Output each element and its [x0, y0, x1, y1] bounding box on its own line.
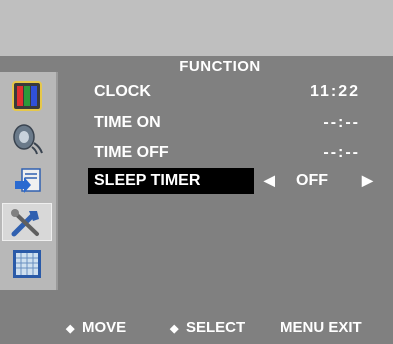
- menu-row-clock[interactable]: CLOCK 11:22: [88, 79, 378, 105]
- sound-icon[interactable]: [6, 120, 48, 156]
- left-arrow-icon[interactable]: ◀: [264, 172, 275, 189]
- move-hint: MOVE: [82, 319, 127, 336]
- setup-icon[interactable]: [6, 162, 48, 198]
- menu-title: FUNCTION: [179, 58, 261, 75]
- footer-hints: ◆ MOVE ◆ SELECT MENU EXIT: [58, 319, 388, 343]
- sidebar: [0, 72, 58, 290]
- select-diamond-icon: ◆: [170, 323, 179, 335]
- time-on-value: --:--: [323, 114, 360, 131]
- picture-icon[interactable]: [6, 78, 48, 114]
- time-off-value: --:--: [323, 144, 360, 161]
- menu-row-label: SLEEP TIMER: [94, 172, 201, 189]
- clock-value: 11:22: [309, 83, 360, 100]
- menu-row-label: CLOCK: [94, 83, 151, 100]
- function-icon[interactable]: [2, 203, 52, 241]
- menu-row-sleep-timer[interactable]: SLEEP TIMER ◀ OFF ▶: [88, 168, 378, 194]
- menu-exit-hint: MENU EXIT: [280, 319, 362, 336]
- select-hint: SELECT: [186, 319, 246, 336]
- menu-row-label: TIME ON: [94, 114, 161, 131]
- menu-row-label: TIME OFF: [94, 144, 169, 161]
- right-arrow-icon[interactable]: ▶: [362, 172, 373, 189]
- top-band: [0, 0, 393, 56]
- sleep-timer-value: OFF: [296, 172, 328, 189]
- tv-icon[interactable]: [6, 246, 48, 282]
- move-diamond-icon: ◆: [66, 323, 75, 335]
- menu-row-time-on[interactable]: TIME ON --:--: [88, 110, 378, 136]
- menu-row-time-off[interactable]: TIME OFF --:--: [88, 140, 378, 166]
